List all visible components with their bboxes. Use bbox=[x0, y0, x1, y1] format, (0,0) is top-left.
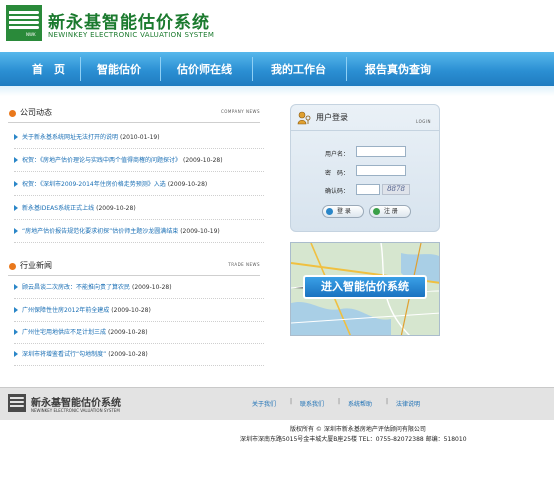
arrow-right-icon bbox=[14, 284, 18, 290]
register-button[interactable]: 注 册 bbox=[369, 205, 411, 218]
nav-subbar bbox=[0, 86, 554, 96]
password-input[interactable] bbox=[356, 165, 406, 176]
news-title[interactable]: 关于新永基系统网址无法打开的说明 bbox=[22, 134, 118, 141]
section-bullet-icon bbox=[9, 110, 16, 117]
news-title[interactable]: 祝贺：《房地产估价理论与实践中两个值得商榷的问题探讨》 bbox=[22, 157, 181, 164]
news-date: (2009-10-28) bbox=[96, 205, 136, 212]
news-title[interactable]: 深圳市将增鉴看试行“勾地制度” bbox=[22, 351, 106, 358]
enter-system-button[interactable]: 进入智能估价系统 bbox=[303, 275, 427, 299]
login-title: 用户登录 bbox=[316, 113, 348, 122]
nav-item-home[interactable]: 首 页 bbox=[32, 61, 65, 77]
news-date: (2009-10-19) bbox=[180, 228, 220, 235]
footer-separator: | bbox=[338, 398, 341, 405]
news-item[interactable]: 广州保障性住房2012年前全建成 (2009-10-28) bbox=[14, 302, 264, 322]
arrow-right-icon bbox=[14, 228, 18, 234]
login-header: 用户登录 LOGIN bbox=[291, 105, 439, 131]
password-label: 密 码： bbox=[325, 170, 350, 177]
copyright-text: 版权所有 © 深圳市新永基房地产评估顾问有限公司 bbox=[290, 426, 426, 433]
logo-icon[interactable]: NWK bbox=[6, 5, 42, 41]
arrow-right-icon bbox=[14, 134, 18, 140]
logo-title[interactable]: 新永基智能估价系统 bbox=[48, 8, 210, 33]
news-item[interactable]: 深圳市将增鉴看试行“勾地制度” (2009-10-28) bbox=[14, 346, 264, 366]
industry-news-header: 行业新闻 TRADE NEWS bbox=[8, 259, 260, 277]
nav-separator bbox=[160, 57, 161, 81]
username-input[interactable] bbox=[356, 146, 406, 157]
register-check-icon bbox=[373, 208, 380, 215]
footer-separator: | bbox=[290, 398, 293, 405]
site-header: NWK 新永基智能估价系统 NEWINKEY ELECTRONIC VALUAT… bbox=[0, 0, 554, 52]
news-title[interactable]: 广州保障性住房2012年前全建成 bbox=[22, 307, 109, 314]
industry-news-title-en: TRADE NEWS bbox=[228, 262, 260, 267]
arrow-right-icon bbox=[14, 329, 18, 335]
arrow-right-icon bbox=[14, 351, 18, 357]
footer-logo-title: 新永基智能估价系统 bbox=[31, 398, 121, 409]
news-item[interactable]: 关于新永基系统网址无法打开的说明 (2010-01-19) bbox=[14, 129, 264, 149]
logo-tag: NWK bbox=[26, 32, 36, 37]
divider bbox=[8, 275, 260, 276]
footer-link-about[interactable]: 关于我们 bbox=[252, 399, 276, 408]
news-item[interactable]: 祝贺：《深圳市2009-2014年住房价格走势预测》入选 (2009-10-28) bbox=[14, 176, 264, 196]
news-date: (2009-10-28) bbox=[108, 329, 148, 336]
news-date: (2009-10-28) bbox=[183, 157, 223, 164]
news-date: (2009-10-28) bbox=[111, 307, 151, 314]
logo-subtitle: NEWINKEY ELECTRONIC VALUATION SYSTEM bbox=[48, 31, 215, 39]
news-item[interactable]: “房地产估价报告规范化要求初探”估价师主题沙龙圆满结束 (2009-10-19) bbox=[14, 223, 264, 243]
news-item[interactable]: 祝贺：《房地产估价理论与实践中两个值得商榷的问题探讨》 (2009-10-28) bbox=[14, 152, 264, 172]
company-news-title: 公司动态 bbox=[20, 108, 52, 117]
footer-link-legal[interactable]: 法律说明 bbox=[396, 399, 420, 408]
arrow-right-icon bbox=[14, 157, 18, 163]
arrow-right-icon bbox=[14, 181, 18, 187]
news-title[interactable]: 广州住宅用地供应不足计划三成 bbox=[22, 329, 106, 336]
captcha-label: 确认码： bbox=[325, 188, 350, 195]
industry-news-title: 行业新闻 bbox=[20, 261, 52, 270]
section-bullet-icon bbox=[9, 263, 16, 270]
login-title-en: LOGIN bbox=[415, 119, 431, 124]
footer-link-contact[interactable]: 联系我们 bbox=[300, 399, 324, 408]
footer-logo-icon bbox=[8, 394, 26, 412]
company-news-header: 公司动态 COMPANY NEWS bbox=[8, 106, 260, 124]
user-key-icon bbox=[297, 111, 311, 125]
divider bbox=[8, 122, 260, 123]
footer-separator: | bbox=[386, 398, 389, 405]
captcha-input[interactable] bbox=[356, 184, 380, 195]
company-news-title-en: COMPANY NEWS bbox=[220, 109, 260, 114]
captcha-image[interactable]: 8878 bbox=[382, 184, 410, 195]
nav-separator bbox=[80, 57, 81, 81]
footer-link-help[interactable]: 系统帮助 bbox=[348, 399, 372, 408]
arrow-right-icon bbox=[14, 307, 18, 313]
nav-separator bbox=[252, 57, 253, 81]
login-button[interactable]: 登 录 bbox=[322, 205, 364, 218]
news-date: (2009-10-28) bbox=[132, 284, 172, 291]
arrow-right-icon bbox=[14, 205, 18, 211]
nav-item-appraiser-online[interactable]: 估价师在线 bbox=[177, 61, 232, 77]
login-arrow-icon bbox=[326, 208, 333, 215]
smart-valuation-banner[interactable]: 进入智能估价系统 bbox=[290, 242, 440, 336]
news-item[interactable]: 顾云昌谈二次房改：不能推向贵了算农民 (2009-10-28) bbox=[14, 279, 264, 299]
main-nav: 首 页 智能估价 估价师在线 我的工作台 报告真伪查询 bbox=[0, 52, 554, 86]
news-date: (2009-10-28) bbox=[167, 181, 208, 188]
news-title[interactable]: 祝贺：《深圳市2009-2014年住房价格走势预测》入选 bbox=[22, 181, 166, 188]
nav-separator bbox=[346, 57, 347, 81]
nav-item-my-workbench[interactable]: 我的工作台 bbox=[271, 61, 326, 77]
news-title[interactable]: 新永基IDEAS系统正式上线 bbox=[22, 205, 94, 212]
news-date: (2009-10-28) bbox=[108, 351, 148, 358]
address-text: 深圳市深南东路5015号金丰城大厦B座25楼 TEL：0755-82072388… bbox=[240, 436, 467, 443]
footer-bar: 新永基智能估价系统 NEWINKEY ELECTRONIC VALUATION … bbox=[0, 387, 554, 420]
login-button-label: 登 录 bbox=[337, 208, 351, 215]
news-title[interactable]: “房地产估价报告规范化要求初探”估价师主题沙龙圆满结束 bbox=[22, 228, 178, 235]
news-title[interactable]: 顾云昌谈二次房改：不能推向贵了算农民 bbox=[22, 284, 130, 291]
username-label: 用户名： bbox=[325, 151, 350, 158]
footer-logo-subtitle: NEWINKEY ELECTRONIC VALUATION SYSTEM bbox=[31, 408, 120, 413]
news-item[interactable]: 新永基IDEAS系统正式上线 (2009-10-28) bbox=[14, 200, 264, 220]
news-date: (2010-01-19) bbox=[120, 134, 160, 141]
nav-item-smart-valuation[interactable]: 智能估价 bbox=[97, 61, 141, 77]
news-item[interactable]: 广州住宅用地供应不足计划三成 (2009-10-28) bbox=[14, 324, 264, 344]
nav-item-report-verification[interactable]: 报告真伪查询 bbox=[365, 61, 431, 77]
register-button-label: 注 册 bbox=[384, 208, 398, 215]
